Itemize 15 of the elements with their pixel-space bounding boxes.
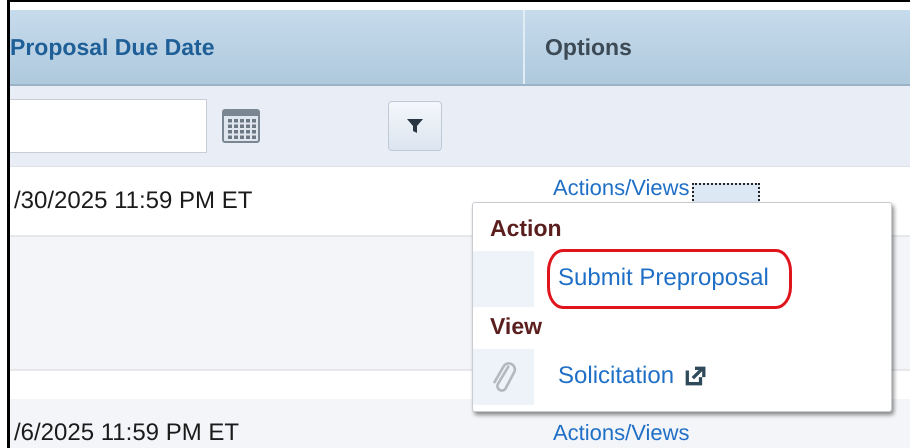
menu-heading: View	[489, 313, 543, 341]
menu-heading: Action	[489, 215, 563, 243]
actions-views-link[interactable]: Actions/Views	[553, 175, 690, 201]
due-date: /30/2025 11:59 PM ET	[13, 187, 252, 215]
menu-item[interactable]: Submit Preproposal	[547, 249, 792, 309]
actions-views-link[interactable]: Actions/Views	[553, 420, 690, 446]
date-filter-field[interactable]	[10, 99, 207, 153]
due-date: /6/2025 11:59 PM ET	[13, 419, 240, 447]
calendar-icon[interactable]	[222, 109, 260, 143]
menu-item[interactable]: Solicitation	[547, 347, 730, 407]
menu-icon-gutter	[473, 251, 534, 307]
filter-button[interactable]	[388, 101, 442, 151]
column-header[interactable]: Options	[525, 10, 910, 84]
filter-icon	[405, 116, 425, 136]
column-header[interactable]: Proposal Due Date	[10, 10, 525, 84]
